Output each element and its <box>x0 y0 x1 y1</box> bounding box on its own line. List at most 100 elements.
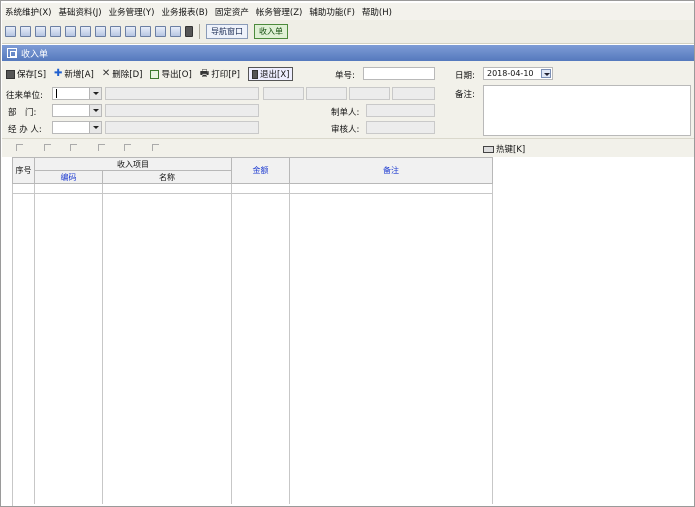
remark-label: 备注: <box>455 90 475 100</box>
chevron-down-icon[interactable] <box>89 105 101 116</box>
nav-window-button[interactable]: 导航窗口 <box>206 24 248 39</box>
door-icon <box>252 69 258 79</box>
reviewer-label: 审核人: <box>331 125 360 135</box>
chevron-down-icon[interactable] <box>89 122 101 133</box>
table-cell[interactable] <box>102 183 232 194</box>
new-button[interactable]: ✚ 新增[A] <box>54 68 94 81</box>
counterparty-label: 往来单位: <box>6 91 43 101</box>
save-label: 保存[S] <box>17 70 47 80</box>
action-bar: 保存[S] ✚ 新增[A] ✕ 删除[D] 导出[O] 🖶 打印[P] 退出[X… <box>6 66 301 82</box>
app-window: 系统维护(X) 基础资料(J) 业务管理(Y) 业务报表(B) 固定资产 帐务管… <box>0 0 695 507</box>
tree-icon[interactable] <box>95 26 106 37</box>
doc-no-label: 单号: <box>335 71 355 81</box>
remark-textarea[interactable] <box>483 85 691 136</box>
department-combo[interactable] <box>52 104 102 117</box>
date-input[interactable]: 2018-04-10 <box>483 67 553 80</box>
save-disk-icon[interactable] <box>140 26 151 37</box>
export-icon <box>150 69 160 79</box>
maker-field <box>366 104 435 117</box>
toolbar: 导航窗口 收入单 <box>2 20 694 44</box>
plus-icon: ✚ <box>54 68 63 79</box>
department-label: 部 门: <box>8 108 37 118</box>
detail-grid: 序号 收入项目 金额 备注 编码 名称 <box>2 157 694 506</box>
menu-auxiliary[interactable]: 辅助功能(F) <box>309 6 355 18</box>
text-cursor <box>56 89 57 98</box>
income-tab-button[interactable]: 收入单 <box>254 24 288 39</box>
document-title: 收入单 <box>21 49 49 60</box>
menu-bar: 系统维护(X) 基础资料(J) 业务管理(Y) 业务报表(B) 固定资产 帐务管… <box>2 3 694 20</box>
menu-accounting[interactable]: 帐务管理(Z) <box>256 6 302 18</box>
hotkey-button[interactable]: 热键[K] <box>483 143 525 155</box>
department-name-field <box>105 104 259 117</box>
exit-button[interactable]: 退出[X] <box>248 67 294 81</box>
check-icon[interactable] <box>80 26 91 37</box>
table-cell[interactable] <box>289 183 493 194</box>
document-titlebar: 收入单 <box>2 45 694 61</box>
toolbar-separator <box>199 24 200 39</box>
delete-x-icon: ✕ <box>101 68 111 79</box>
first-record-icon[interactable] <box>16 144 23 151</box>
menu-basic-data[interactable]: 基础资料(J) <box>58 6 101 18</box>
date-label: 日期: <box>455 71 475 81</box>
save-button[interactable]: 保存[S] <box>6 68 46 80</box>
menu-help[interactable]: 帮助(H) <box>362 6 392 18</box>
detail-table[interactable]: 序号 收入项目 金额 备注 编码 名称 <box>12 157 493 504</box>
counterparty-name-field <box>105 87 259 100</box>
form-area: 保存[S] ✚ 新增[A] ✕ 删除[D] 导出[O] 🖶 打印[P] 退出[X… <box>2 61 694 138</box>
help-icon[interactable] <box>170 26 181 37</box>
print-icon[interactable] <box>125 26 136 37</box>
info-field-3 <box>349 87 390 100</box>
print-label: 打印[P] <box>211 70 240 80</box>
prev-record-icon[interactable] <box>44 144 51 151</box>
counterparty-combo[interactable] <box>52 87 102 100</box>
info-field-2 <box>306 87 347 100</box>
table-body-area <box>12 193 493 504</box>
menu-system[interactable]: 系统维护(X) <box>5 6 51 18</box>
table-cell[interactable] <box>231 183 290 194</box>
menu-business[interactable]: 业务管理(Y) <box>109 6 155 18</box>
col-header-remark[interactable]: 备注 <box>289 157 493 184</box>
table-row[interactable] <box>12 183 493 194</box>
date-dropdown-icon[interactable] <box>541 69 551 78</box>
delete-label: 删除[D] <box>112 70 143 80</box>
exit-label: 退出[X] <box>260 70 290 80</box>
col-header-code[interactable]: 编码 <box>34 170 103 184</box>
col-header-name: 名称 <box>102 170 232 184</box>
folder-icon[interactable] <box>155 26 166 37</box>
list-icon[interactable] <box>20 26 31 37</box>
next-record-icon[interactable] <box>70 144 77 151</box>
delete-button[interactable]: ✕ 删除[D] <box>101 68 143 81</box>
chevron-down-icon[interactable] <box>89 88 101 99</box>
handler-combo[interactable] <box>52 121 102 134</box>
keyboard-icon <box>483 145 494 153</box>
maker-label: 制单人: <box>331 108 360 118</box>
export-button[interactable]: 导出[O] <box>150 68 192 80</box>
menu-reports[interactable]: 业务报表(B) <box>161 6 207 18</box>
last-record-icon[interactable] <box>98 144 105 151</box>
info-field-4 <box>392 87 435 100</box>
col-header-amount[interactable]: 金额 <box>231 157 290 184</box>
copy-icon[interactable] <box>35 26 46 37</box>
lock-icon[interactable] <box>110 26 121 37</box>
post-record-icon[interactable] <box>124 144 131 151</box>
window-icon[interactable] <box>5 26 16 37</box>
table-cell[interactable] <box>34 183 103 194</box>
hotkey-label: 热键[K] <box>496 145 526 155</box>
col-header-income-item: 收入项目 <box>34 157 232 171</box>
exit-icon[interactable] <box>185 26 193 37</box>
reviewer-field <box>366 121 435 134</box>
handler-name-field <box>105 121 259 134</box>
export-label: 导出[O] <box>161 70 192 80</box>
col-header-seq: 序号 <box>12 157 35 184</box>
table-cell[interactable] <box>12 183 35 194</box>
print-button[interactable]: 🖶 打印[P] <box>200 68 240 81</box>
date-value: 2018-04-10 <box>487 69 534 78</box>
cancel-record-icon[interactable] <box>152 144 159 151</box>
new-label: 新增[A] <box>64 70 94 80</box>
menu-fixed-assets[interactable]: 固定资产 <box>215 6 249 18</box>
doc-icon[interactable] <box>50 26 61 37</box>
record-nav-bar: 热键[K] <box>2 138 694 157</box>
handler-label: 经 办 人: <box>8 125 42 135</box>
doc-no-input[interactable] <box>363 67 435 80</box>
edit-icon[interactable] <box>65 26 76 37</box>
